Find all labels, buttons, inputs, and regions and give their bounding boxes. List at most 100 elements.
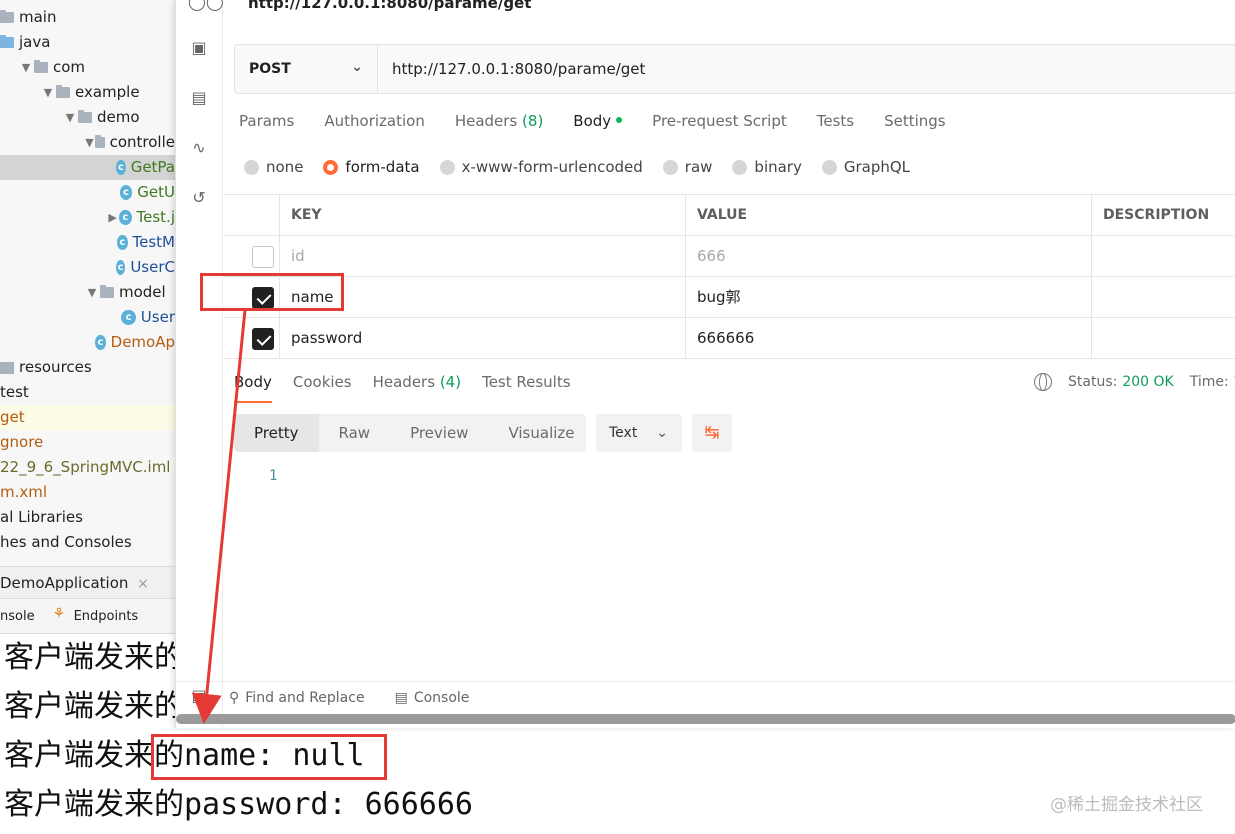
tree-item[interactable]: al Libraries bbox=[0, 505, 175, 530]
chevron-down-icon: ⌄ bbox=[351, 59, 363, 75]
header-check-cell bbox=[224, 195, 280, 236]
monitor-icon[interactable]: ∿ bbox=[188, 138, 210, 158]
row-description[interactable] bbox=[1092, 236, 1235, 277]
tree-item[interactable]: main bbox=[0, 5, 175, 30]
run-tab-demoapplication[interactable]: DemoApplication × bbox=[0, 566, 175, 598]
body-type-radios: none form-data x-www-form-urlencoded raw… bbox=[244, 158, 930, 176]
row-value[interactable]: bug郭 bbox=[686, 277, 1092, 318]
format-select[interactable]: Text ⌄ bbox=[596, 414, 682, 452]
tree-item[interactable]: resources bbox=[0, 355, 175, 380]
chevron-down-icon[interactable]: ▼ bbox=[84, 280, 100, 305]
tree-item[interactable]: test bbox=[0, 380, 175, 405]
row-value[interactable]: 666 bbox=[686, 236, 1092, 277]
tree-item[interactable]: ▼ example bbox=[0, 80, 175, 105]
endpoints-tab[interactable]: Endpoints bbox=[74, 609, 139, 624]
row-checkbox[interactable] bbox=[252, 246, 274, 268]
tree-item[interactable]: c TestM bbox=[0, 230, 175, 255]
globe-icon[interactable] bbox=[1034, 373, 1052, 391]
tree-item-label: demo bbox=[97, 108, 140, 126]
history-icon[interactable]: ↺ bbox=[188, 188, 210, 208]
tree-item[interactable]: c GetPa bbox=[0, 155, 175, 180]
horizontal-scrollbar[interactable] bbox=[176, 714, 1235, 724]
wrap-lines-button[interactable]: ↹ bbox=[692, 414, 732, 452]
tree-item[interactable]: ▼ com bbox=[0, 55, 175, 80]
tree-item[interactable]: ▼ model bbox=[0, 280, 175, 305]
radio-label: form-data bbox=[345, 158, 420, 176]
terminal-icon: ▤ bbox=[394, 689, 408, 706]
row-key[interactable]: password bbox=[280, 318, 686, 359]
tree-item[interactable]: c GetU bbox=[0, 180, 175, 205]
java-class-icon: c bbox=[121, 310, 136, 325]
tab-headers[interactable]: Headers (8) bbox=[455, 112, 543, 138]
tree-item[interactable]: c UserC bbox=[0, 255, 175, 280]
chevron-down-icon[interactable]: ▼ bbox=[62, 105, 78, 130]
radio-graphql[interactable]: GraphQL bbox=[821, 158, 910, 176]
view-visualize[interactable]: Visualize bbox=[488, 414, 594, 452]
method-select[interactable]: POST ⌄ bbox=[235, 45, 378, 93]
radio-binary[interactable]: binary bbox=[732, 158, 802, 176]
tab-test-results[interactable]: Test Results bbox=[482, 373, 570, 403]
console-tab[interactable]: nsole bbox=[0, 609, 35, 624]
tree-item[interactable]: 22_9_6_SpringMVC.iml bbox=[0, 455, 175, 480]
tree-item[interactable]: ▼ controlle bbox=[0, 130, 175, 155]
request-tab-title[interactable]: http://127.0.0.1:8080/parame/get bbox=[248, 0, 531, 12]
tab-pre-request-script[interactable]: Pre-request Script bbox=[652, 112, 787, 138]
close-icon[interactable]: × bbox=[137, 576, 149, 592]
radio-form-data[interactable]: form-data bbox=[323, 158, 420, 176]
tab-body[interactable]: Body bbox=[573, 112, 623, 138]
tree-item[interactable]: hes and Consoles bbox=[0, 530, 175, 555]
tab-cookies[interactable]: Cookies bbox=[293, 373, 352, 403]
row-checkbox[interactable] bbox=[252, 328, 274, 350]
tab-label: Authorization bbox=[324, 112, 425, 130]
table-row: password 666666 bbox=[224, 318, 1235, 359]
tree-item-label: User bbox=[140, 308, 175, 326]
tree-item[interactable]: ▼ demo bbox=[0, 105, 175, 130]
radio-raw[interactable]: raw bbox=[662, 158, 713, 176]
tree-item[interactable]: get bbox=[0, 405, 175, 430]
row-description[interactable] bbox=[1092, 318, 1235, 359]
chevron-down-icon[interactable]: ▼ bbox=[84, 130, 95, 155]
view-pretty[interactable]: Pretty bbox=[234, 414, 319, 452]
tree-item[interactable]: c User bbox=[0, 305, 175, 330]
tab-response-body[interactable]: Body bbox=[234, 373, 272, 403]
tab-tests[interactable]: Tests bbox=[817, 112, 854, 138]
tab-params[interactable]: Params bbox=[239, 112, 294, 138]
tree-item[interactable]: ▶ c Test.j bbox=[0, 205, 175, 230]
row-key[interactable]: id bbox=[280, 236, 686, 277]
row-value[interactable]: 666666 bbox=[686, 318, 1092, 359]
view-preview[interactable]: Preview bbox=[390, 414, 488, 452]
tree-item[interactable]: m.xml bbox=[0, 480, 175, 505]
tab-response-headers[interactable]: Headers (4) bbox=[373, 373, 461, 403]
chevron-right-icon[interactable]: ▶ bbox=[106, 205, 119, 230]
view-raw[interactable]: Raw bbox=[319, 414, 391, 452]
mock-server-icon[interactable]: ▣ bbox=[188, 38, 210, 58]
apis-icon[interactable]: ◯◯ bbox=[188, 0, 224, 12]
row-description[interactable] bbox=[1092, 277, 1235, 318]
environment-icon[interactable]: ▤ bbox=[188, 88, 210, 108]
folder-icon bbox=[34, 60, 48, 73]
find-replace-button[interactable]: ⚲ Find and Replace bbox=[229, 690, 365, 706]
chevron-down-icon[interactable]: ▼ bbox=[40, 80, 56, 105]
status-label: Status: bbox=[1068, 374, 1118, 390]
line-number: 1 bbox=[269, 468, 278, 484]
tree-item[interactable]: gnore bbox=[0, 430, 175, 455]
tab-authorization[interactable]: Authorization bbox=[324, 112, 424, 138]
status-value[interactable]: 200 OK bbox=[1122, 374, 1173, 390]
annotation-box-name-row bbox=[200, 273, 344, 311]
radio-label: raw bbox=[684, 158, 713, 176]
project-tree: main java ▼ com ▼ example ▼ demo ▼ controlle c GetP… bbox=[0, 0, 175, 566]
wrap-icon: ↹ bbox=[704, 422, 720, 443]
tab-label: Params bbox=[239, 112, 295, 130]
url-input[interactable] bbox=[378, 45, 1235, 93]
chevron-down-icon[interactable]: ▼ bbox=[18, 55, 34, 80]
tree-item-label: controlle bbox=[109, 133, 175, 151]
radio-none[interactable]: none bbox=[244, 158, 303, 176]
tree-item[interactable]: java bbox=[0, 30, 175, 55]
tree-item[interactable]: c DemoAp bbox=[0, 330, 175, 355]
tab-settings[interactable]: Settings bbox=[884, 112, 946, 138]
console-button[interactable]: ▤ Console bbox=[395, 690, 470, 706]
radio-x-www-form-urlencoded[interactable]: x-www-form-urlencoded bbox=[439, 158, 643, 176]
resources-folder-icon bbox=[0, 361, 14, 374]
header-key: KEY bbox=[280, 195, 686, 236]
time-label[interactable]: Time: 15 bbox=[1190, 374, 1235, 390]
